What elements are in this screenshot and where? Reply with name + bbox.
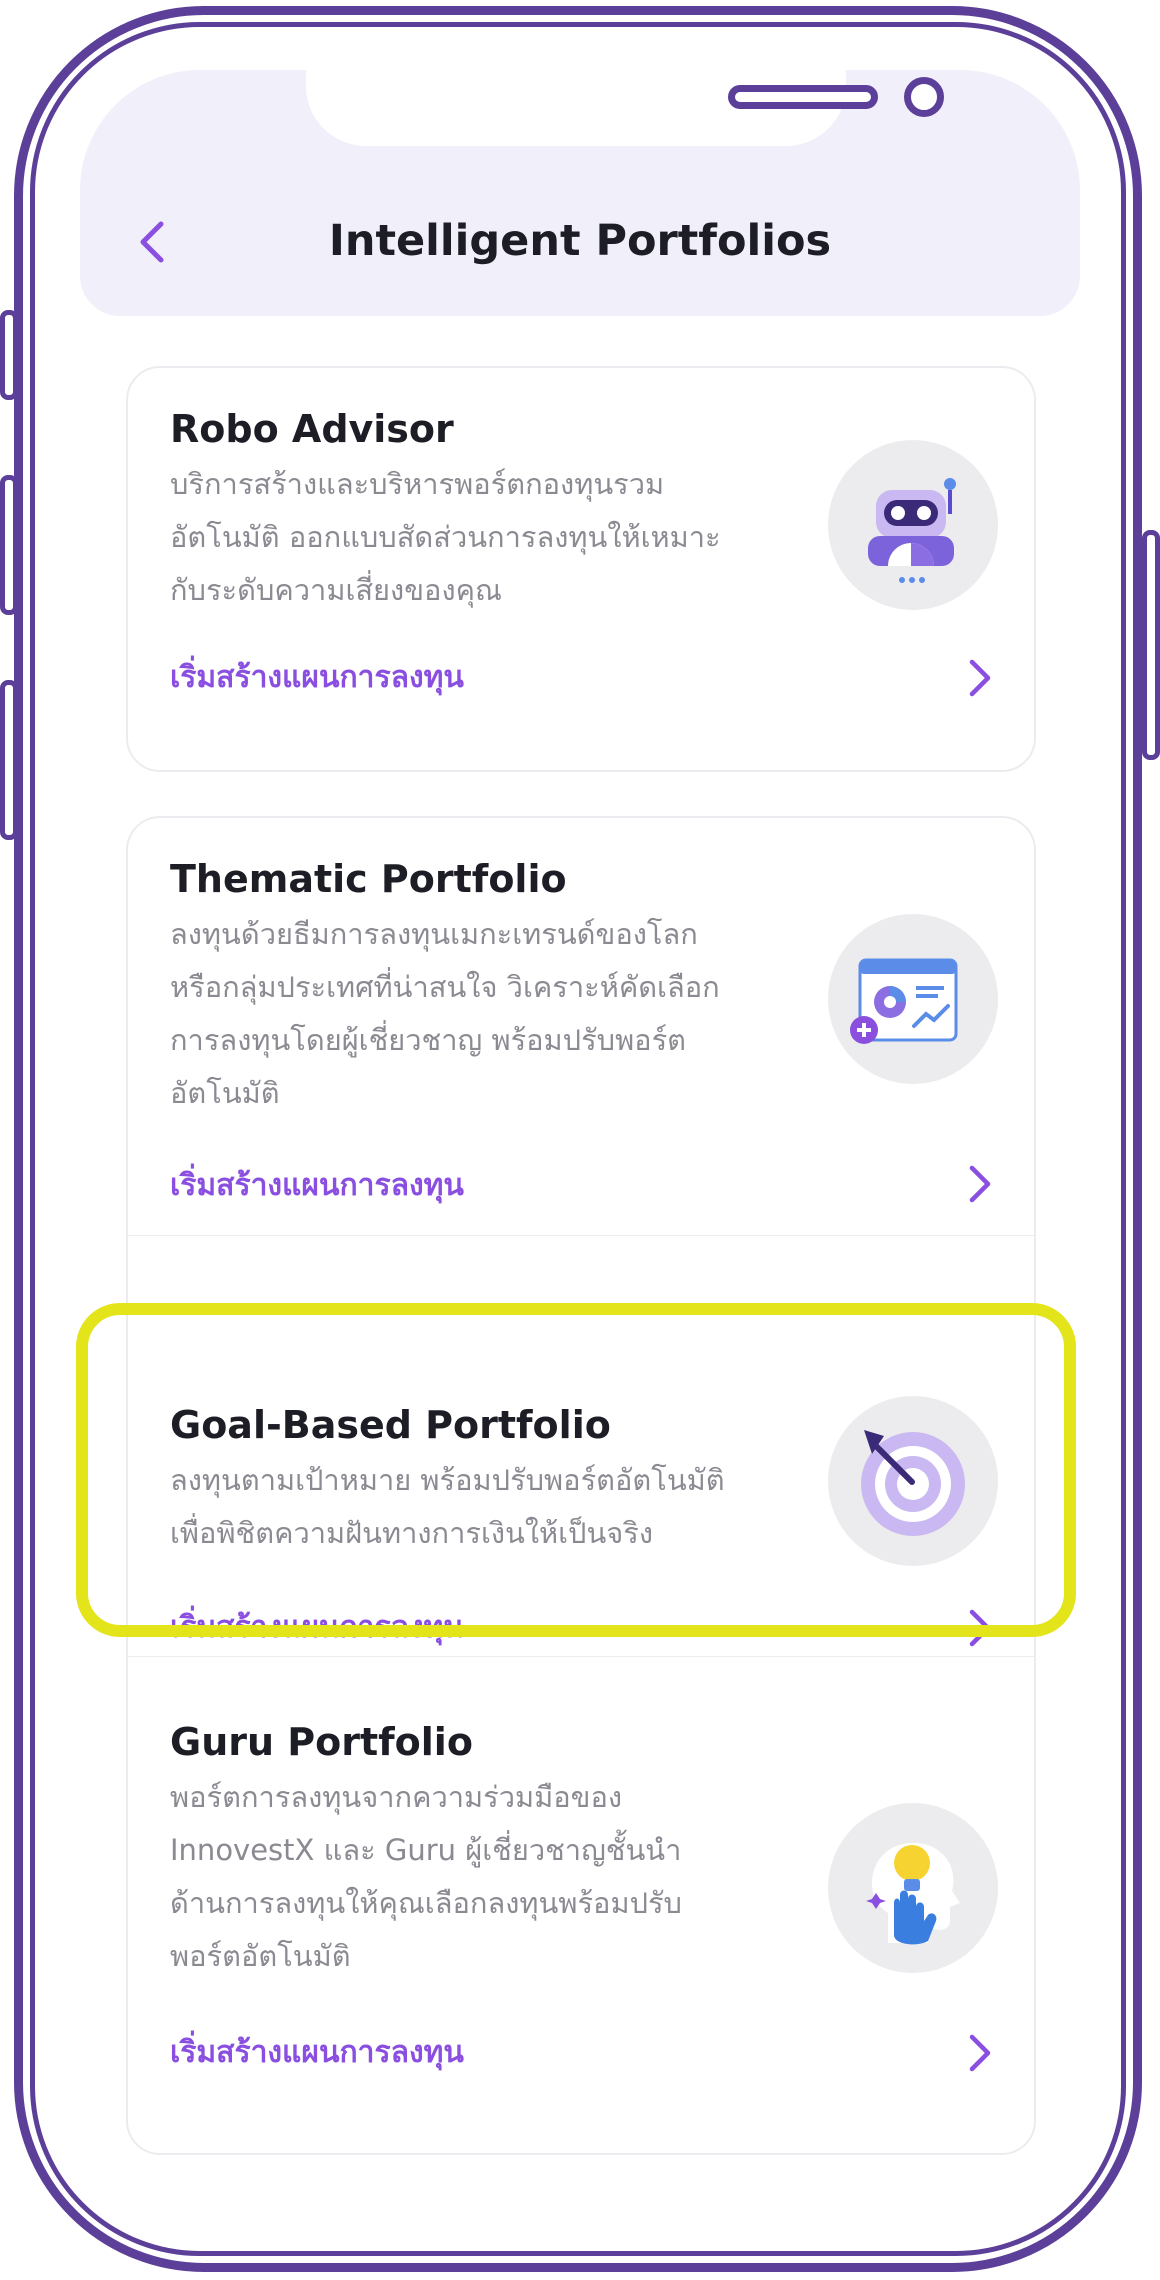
card-title: Guru Portfolio <box>170 1720 473 1764</box>
app-header: Intelligent Portfolios <box>80 70 1080 316</box>
page-title: Intelligent Portfolios <box>328 216 832 266</box>
highlight-frame <box>76 1303 1076 1637</box>
phone-power-button <box>1142 530 1160 760</box>
phone-mute-switch <box>0 310 18 400</box>
card-desc-line: พอร์ตการลงทุนจากความร่วมมือของ <box>170 1780 623 1814</box>
chevron-right-icon[interactable] <box>964 658 994 698</box>
robot-icon <box>868 478 956 583</box>
card-desc-line: ด้านการลงทุนให้คุณเลือกลงทุนพร้อมปรับ <box>170 1886 682 1920</box>
card-desc-line: ลงทุนด้วยธีมการลงทุนเมกะเทรนด์ของโลก <box>170 917 698 951</box>
phone-volume-down <box>0 680 18 840</box>
start-plan-link[interactable]: เริ่มสร้างแผนการลงทุน <box>170 656 464 700</box>
card-robo-advisor[interactable]: Robo Advisor บริการสร้างและบริหารพอร์ตกอ… <box>126 366 1036 772</box>
phone-notch <box>306 70 944 146</box>
idea-head-icon-badge <box>828 1803 998 1973</box>
card-desc-line: การลงทุนโดยผู้เชี่ยวชาญ พร้อมปรับพอร์ต <box>170 1023 687 1057</box>
idea-head-icon <box>866 1842 960 1945</box>
card-title: Thematic Portfolio <box>170 857 567 901</box>
card-description: พอร์ตการลงทุนจากความร่วมมือของ InnovestX… <box>170 1771 770 1983</box>
card-thematic-portfolio[interactable]: Thematic Portfolio ลงทุนด้วยธีมการลงทุนเ… <box>126 816 1036 1236</box>
chevron-right-icon[interactable] <box>964 2033 994 2073</box>
chart-dashboard-icon-badge <box>828 914 998 1084</box>
card-desc-line: หรือกลุ่มประเทศที่น่าสนใจ วิเคราะห์คัดเล… <box>170 970 720 1004</box>
chart-dashboard-icon <box>850 958 958 1044</box>
card-title: Robo Advisor <box>170 407 454 451</box>
card-desc-line: พอร์ตอัตโนมัติ <box>170 1939 351 1973</box>
card-desc-line: กับระดับความเสี่ยงของคุณ <box>170 573 502 607</box>
start-plan-link[interactable]: เริ่มสร้างแผนการลงทุน <box>170 2031 464 2075</box>
card-desc-line: InnovestX และ Guru ผู้เชี่ยวชาญชั้นนำ <box>170 1833 682 1867</box>
card-description: ลงทุนด้วยธีมการลงทุนเมกะเทรนด์ของโลก หรื… <box>170 908 770 1120</box>
card-guru-portfolio[interactable]: Guru Portfolio พอร์ตการลงทุนจากความร่วมม… <box>126 1657 1036 2155</box>
speaker-grill <box>728 85 878 109</box>
card-desc-line: อัตโนมัติ <box>170 1076 280 1110</box>
start-plan-link[interactable]: เริ่มสร้างแผนการลงทุน <box>170 1164 464 1208</box>
card-desc-line: อัตโนมัติ ออกแบบสัดส่วนการลงทุนให้เหมาะ <box>170 520 721 554</box>
card-desc-line: บริการสร้างและบริหารพอร์ตกองทุนรวม <box>170 467 665 501</box>
phone-volume-up <box>0 475 18 615</box>
card-description: บริการสร้างและบริหารพอร์ตกองทุนรวม อัตโน… <box>170 458 770 617</box>
chevron-right-icon[interactable] <box>964 1164 994 1204</box>
front-camera <box>904 77 944 117</box>
robot-icon-badge <box>828 440 998 610</box>
screen: Intelligent Portfolios Robo Advisor บริก… <box>80 70 1080 2220</box>
